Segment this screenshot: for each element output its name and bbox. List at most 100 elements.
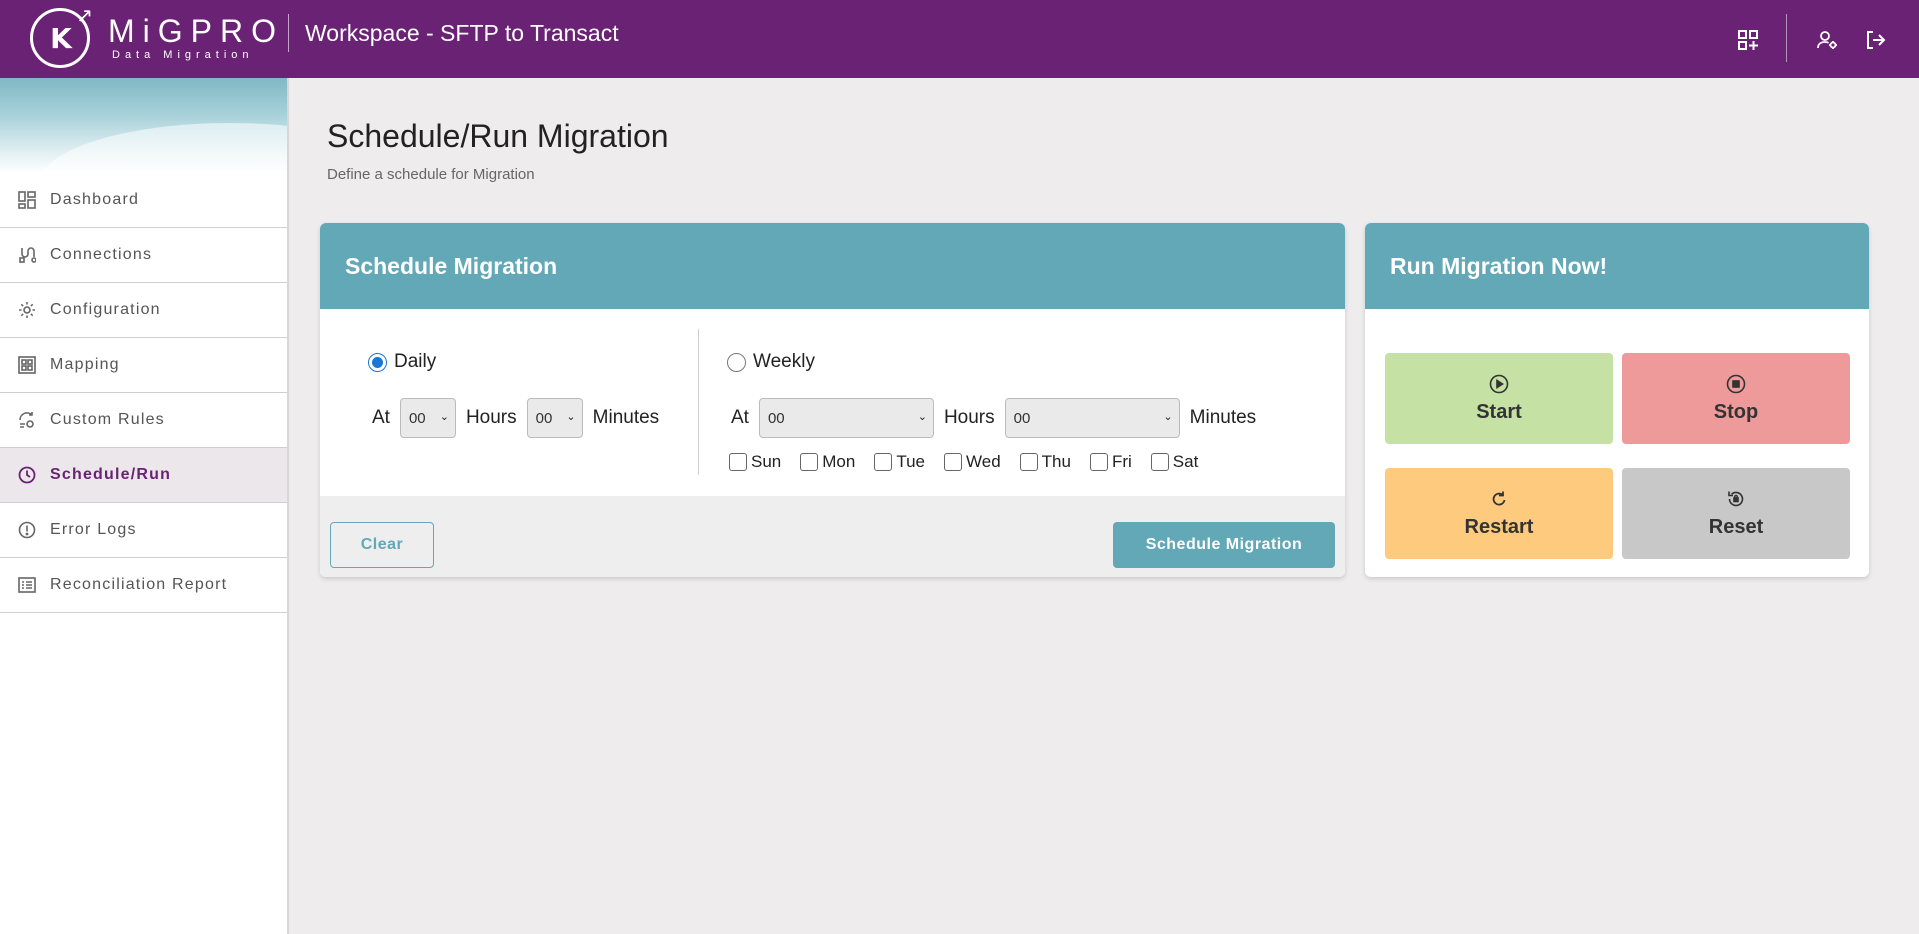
- day-label: Sun: [751, 452, 782, 471]
- weekly-at-label: At: [731, 407, 749, 428]
- day-wed[interactable]: Wed: [944, 452, 1001, 472]
- start-button[interactable]: Start: [1385, 353, 1613, 444]
- day-label: Mon: [822, 452, 856, 471]
- day-checkbox[interactable]: [944, 453, 962, 471]
- page-subtitle: Define a schedule for Migration: [327, 166, 535, 183]
- weekly-hours-label: Hours: [943, 407, 995, 428]
- daily-minutes-value: 00: [535, 409, 553, 427]
- logo-arrow-icon: ↗: [76, 5, 93, 27]
- sidebar-item-schedule-run[interactable]: Schedule/Run: [0, 448, 287, 503]
- day-sat[interactable]: Sat: [1150, 452, 1199, 472]
- schedule-card-title: Schedule Migration: [320, 223, 1345, 309]
- sidebar-item-label: Connections: [50, 246, 153, 263]
- daily-option[interactable]: Daily: [368, 351, 436, 373]
- day-checkbox[interactable]: [1019, 453, 1038, 471]
- daily-hours-select[interactable]: 00 ⌄: [399, 398, 456, 438]
- day-label: Thu: [1041, 452, 1071, 471]
- start-label: Start: [1476, 401, 1522, 423]
- daily-hours-value: 00: [408, 409, 426, 427]
- report-icon: [16, 574, 38, 596]
- day-label: Wed: [966, 452, 1001, 471]
- chevron-down-icon: ⌄: [566, 411, 576, 423]
- weekday-checkboxes: Sun Mon Tue Wed Thu Fri Sat: [729, 452, 1217, 472]
- weekly-radio[interactable]: [727, 352, 746, 372]
- weekly-hours-value: 00: [767, 409, 785, 427]
- sidebar-decoration: [0, 78, 287, 173]
- page-title: Schedule/Run Migration: [327, 118, 669, 154]
- weekly-hours-select[interactable]: 00 ⌄: [758, 398, 934, 438]
- sidebar-item-label: Schedule/Run: [50, 466, 172, 483]
- sidebar-item-custom-rules[interactable]: Custom Rules: [0, 393, 287, 448]
- sidebar: Dashboard Connections Configuration Mapp…: [0, 78, 289, 934]
- sidebar-item-configuration[interactable]: Configuration: [0, 283, 287, 338]
- daily-minutes-select[interactable]: 00 ⌄: [526, 398, 583, 438]
- weekly-minutes-value: 00: [1013, 409, 1031, 427]
- schedule-card-footer: Clear Schedule Migration: [320, 496, 1345, 577]
- stop-button[interactable]: Stop: [1622, 353, 1850, 444]
- clock-icon: [16, 464, 38, 486]
- day-label: Tue: [896, 452, 925, 471]
- day-label: Sat: [1172, 452, 1199, 471]
- stop-label: Stop: [1713, 401, 1759, 423]
- day-thu[interactable]: Thu: [1019, 452, 1071, 472]
- day-checkbox[interactable]: [729, 453, 747, 471]
- day-checkbox[interactable]: [800, 453, 819, 471]
- reset-button[interactable]: Reset: [1622, 468, 1850, 559]
- sidebar-item-label: Reconciliation Report: [50, 576, 228, 593]
- workspace-title: Workspace - SFTP to Transact: [305, 20, 619, 46]
- schedule-migration-button[interactable]: Schedule Migration: [1113, 522, 1335, 568]
- mapping-icon: [16, 354, 38, 376]
- brand-name: MiGPRO: [108, 13, 284, 49]
- alert-icon: [16, 519, 38, 541]
- daily-minutes-label: Minutes: [592, 407, 660, 428]
- sidebar-item-label: Mapping: [50, 356, 120, 373]
- day-tue[interactable]: Tue: [874, 452, 925, 472]
- gear-icon: [16, 299, 38, 321]
- dashboard-icon: [16, 189, 38, 211]
- restart-icon: [1488, 488, 1510, 510]
- reset-icon: [1725, 488, 1747, 510]
- weekly-label: Weekly: [753, 351, 815, 372]
- restart-label: Restart: [1464, 516, 1534, 538]
- migpro-logo: K ↗: [30, 5, 93, 68]
- apps-add-icon[interactable]: [1736, 28, 1760, 52]
- header-icon-divider: [1786, 14, 1787, 62]
- stop-circle-icon: [1725, 373, 1747, 395]
- logout-icon[interactable]: [1863, 28, 1887, 52]
- clear-button[interactable]: Clear: [330, 522, 434, 568]
- chevron-down-icon: ⌄: [1163, 411, 1173, 423]
- weekly-time-row: At 00 ⌄ Hours 00 ⌄ Minutes: [731, 398, 1256, 438]
- daily-radio[interactable]: [368, 352, 387, 372]
- weekly-minutes-select[interactable]: 00 ⌄: [1004, 398, 1180, 438]
- sidebar-item-label: Dashboard: [50, 191, 140, 208]
- sidebar-item-connections[interactable]: Connections: [0, 228, 287, 283]
- weekly-minutes-label: Minutes: [1189, 407, 1257, 428]
- schedule-card-body: Daily At 00 ⌄ Hours 00 ⌄ Minutes Weekly …: [320, 309, 1345, 496]
- day-sun[interactable]: Sun: [729, 452, 781, 472]
- day-checkbox[interactable]: [1089, 453, 1108, 471]
- brand-subtitle: Data Migration: [112, 49, 254, 61]
- day-checkbox[interactable]: [874, 453, 893, 471]
- brand: MiGPRO Data Migration: [108, 14, 284, 61]
- connections-icon: [16, 244, 38, 266]
- day-mon[interactable]: Mon: [800, 452, 855, 472]
- sidebar-item-label: Configuration: [50, 301, 161, 318]
- sidebar-item-label: Custom Rules: [50, 411, 165, 428]
- sidebar-item-error-logs[interactable]: Error Logs: [0, 503, 287, 558]
- day-checkbox[interactable]: [1150, 453, 1169, 471]
- run-migration-card: Run Migration Now! Start Stop Restart Re…: [1365, 223, 1869, 577]
- weekly-option[interactable]: Weekly: [727, 351, 815, 373]
- restart-button[interactable]: Restart: [1385, 468, 1613, 559]
- day-fri[interactable]: Fri: [1089, 452, 1132, 472]
- reset-label: Reset: [1708, 516, 1764, 538]
- user-settings-icon[interactable]: [1815, 28, 1839, 52]
- daily-at-label: At: [372, 407, 390, 428]
- chevron-down-icon: ⌄: [439, 411, 449, 423]
- top-header: K ↗ MiGPRO Data Migration Workspace - SF…: [0, 0, 1919, 78]
- run-card-title: Run Migration Now!: [1365, 223, 1869, 309]
- daily-hours-label: Hours: [465, 407, 517, 428]
- sidebar-item-mapping[interactable]: Mapping: [0, 338, 287, 393]
- sidebar-item-dashboard[interactable]: Dashboard: [0, 173, 287, 228]
- schedule-migration-card: Schedule Migration Daily At 00 ⌄ Hours 0…: [320, 223, 1345, 577]
- sidebar-item-reconciliation-report[interactable]: Reconciliation Report: [0, 558, 287, 613]
